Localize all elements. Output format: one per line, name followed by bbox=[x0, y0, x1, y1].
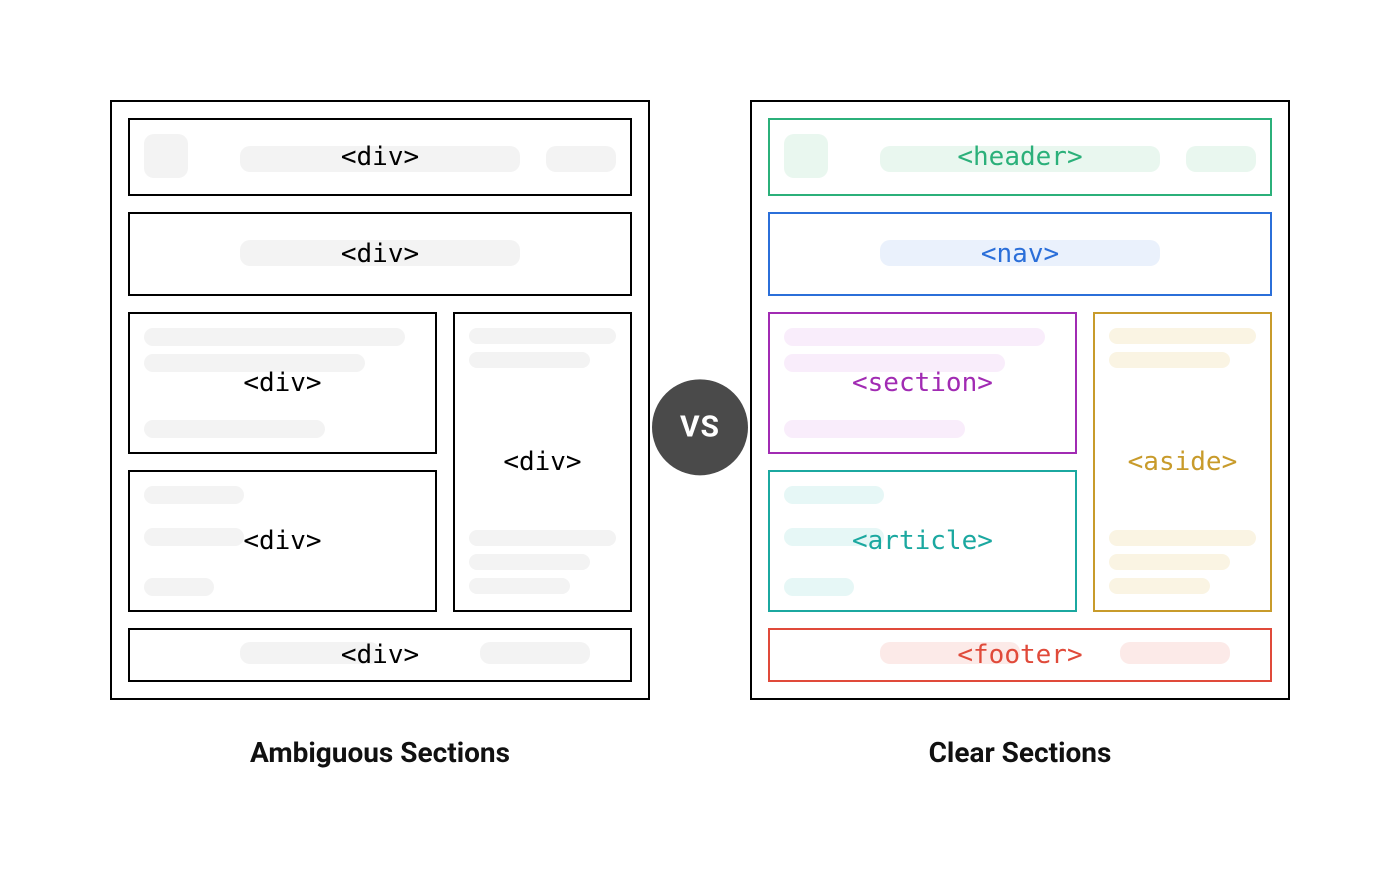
clear-panel-wrap: <header> <nav> <section> bbox=[750, 100, 1290, 769]
article-tag-label: <article> bbox=[852, 526, 993, 556]
placeholder-line bbox=[144, 528, 244, 546]
clear-section-box: <section> bbox=[768, 312, 1077, 454]
aside-tag-label: <aside> bbox=[1128, 447, 1238, 477]
div-tag-label: <div> bbox=[503, 447, 581, 477]
div-tag-label: <div> bbox=[243, 526, 321, 556]
clear-header-box: <header> bbox=[768, 118, 1272, 196]
ambiguous-header-box: <div> bbox=[128, 118, 632, 196]
clear-footer-box: <footer> bbox=[768, 628, 1272, 682]
ambiguous-aside-box: <div> bbox=[453, 312, 632, 612]
placeholder-line bbox=[1109, 530, 1256, 546]
placeholder-line bbox=[1109, 578, 1210, 594]
placeholder-action bbox=[1186, 146, 1256, 172]
placeholder-logo bbox=[144, 134, 188, 178]
placeholder-footer-right bbox=[480, 642, 590, 664]
placeholder-line bbox=[784, 420, 965, 438]
ambiguous-article-box: <div> bbox=[128, 470, 437, 612]
comparison-diagram: <div> <div> <div> bbox=[70, 100, 1330, 769]
ambiguous-nav-box: <div> bbox=[128, 212, 632, 296]
div-tag-label: <div> bbox=[243, 368, 321, 398]
ambiguous-panel-wrap: <div> <div> <div> bbox=[110, 100, 650, 769]
placeholder-line bbox=[1109, 328, 1256, 344]
ambiguous-footer-box: <div> bbox=[128, 628, 632, 682]
ambiguous-main-col: <div> <div> bbox=[128, 312, 437, 612]
clear-mid-row: <section> <article> <aside> bbox=[768, 312, 1272, 612]
ambiguous-panel: <div> <div> <div> bbox=[110, 100, 650, 700]
clear-caption: Clear Sections bbox=[929, 736, 1112, 769]
placeholder-footer-right bbox=[1120, 642, 1230, 664]
ambiguous-mid-row: <div> <div> <div> bbox=[128, 312, 632, 612]
placeholder-line bbox=[144, 486, 244, 504]
placeholder-line bbox=[1109, 352, 1230, 368]
clear-article-box: <article> bbox=[768, 470, 1077, 612]
placeholder-line bbox=[144, 420, 325, 438]
placeholder-line bbox=[469, 352, 590, 368]
placeholder-action bbox=[546, 146, 616, 172]
placeholder-line bbox=[784, 486, 884, 504]
placeholder-line bbox=[1109, 554, 1230, 570]
section-tag-label: <section> bbox=[852, 368, 993, 398]
clear-aside-box: <aside> bbox=[1093, 312, 1272, 612]
placeholder-line bbox=[784, 578, 854, 596]
header-tag-label: <header> bbox=[957, 142, 1082, 172]
div-tag-label: <div> bbox=[341, 142, 419, 172]
nav-tag-label: <nav> bbox=[981, 239, 1059, 269]
placeholder-line bbox=[469, 328, 616, 344]
vs-label: VS bbox=[680, 409, 720, 444]
clear-main-col: <section> <article> bbox=[768, 312, 1077, 612]
placeholder-line bbox=[784, 328, 1045, 346]
placeholder-logo bbox=[784, 134, 828, 178]
vs-badge: VS bbox=[652, 379, 748, 475]
placeholder-line bbox=[469, 530, 616, 546]
footer-tag-label: <footer> bbox=[957, 640, 1082, 670]
div-tag-label: <div> bbox=[341, 640, 419, 670]
div-tag-label: <div> bbox=[341, 239, 419, 269]
clear-panel: <header> <nav> <section> bbox=[750, 100, 1290, 700]
placeholder-line bbox=[144, 578, 214, 596]
ambiguous-caption: Ambiguous Sections bbox=[250, 736, 510, 769]
ambiguous-section-box: <div> bbox=[128, 312, 437, 454]
placeholder-line bbox=[469, 554, 590, 570]
placeholder-line bbox=[144, 328, 405, 346]
clear-nav-box: <nav> bbox=[768, 212, 1272, 296]
placeholder-line bbox=[469, 578, 570, 594]
